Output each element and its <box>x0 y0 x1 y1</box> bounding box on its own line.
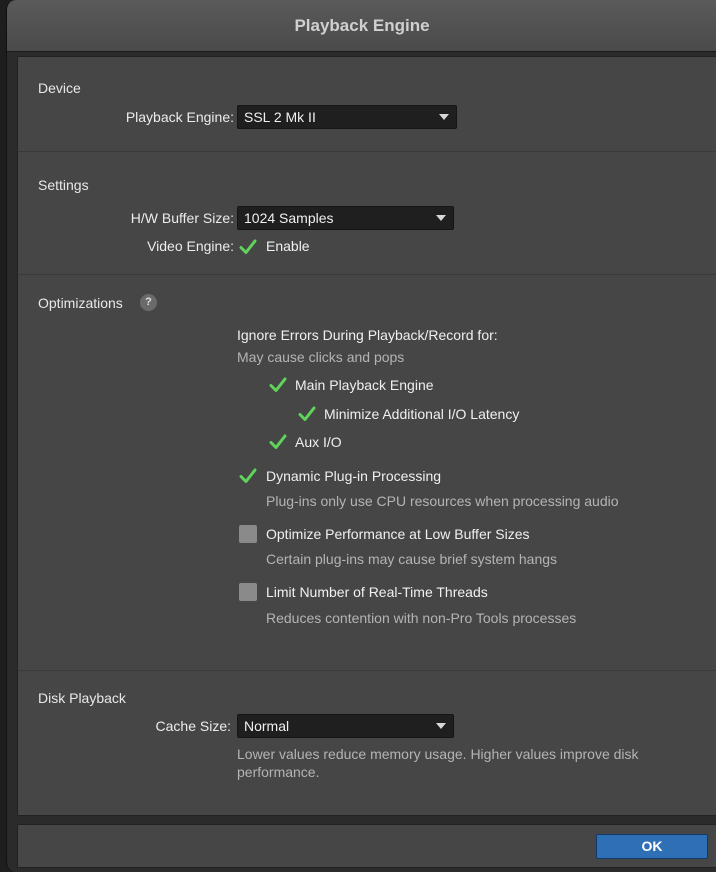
optimize-low-buffer-checkbox[interactable] <box>239 525 257 543</box>
minimize-io-latency-label: Minimize Additional I/O Latency <box>324 406 520 422</box>
buffer-size-label: H/W Buffer Size: <box>130 210 234 226</box>
help-icon[interactable]: ? <box>140 294 157 311</box>
dialog-footer: OK <box>17 824 716 868</box>
dynamic-plugin-label: Dynamic Plug-in Processing <box>266 468 442 484</box>
ignore-errors-note: May cause clicks and pops <box>237 349 405 365</box>
playback-engine-label: Playback Engine: <box>125 109 234 125</box>
chevron-down-icon <box>436 215 446 221</box>
divider <box>18 151 716 152</box>
divider <box>18 670 716 671</box>
ok-button[interactable]: OK <box>596 834 708 859</box>
aux-io-checkbox[interactable] <box>268 432 287 451</box>
optimize-low-buffer-label: Optimize Performance at Low Buffer Sizes <box>266 526 530 542</box>
cache-size-note-line1: Lower values reduce memory usage. Higher… <box>237 746 639 762</box>
optimizations-section-label: Optimizations <box>38 295 123 311</box>
video-engine-label: Video Engine: <box>147 238 234 254</box>
cache-size-dropdown[interactable]: Normal <box>237 714 454 738</box>
checkmark-icon <box>269 434 287 449</box>
divider <box>18 274 716 275</box>
main-playback-engine-label: Main Playback Engine <box>295 377 434 393</box>
chevron-down-icon <box>436 723 446 729</box>
checkmark-icon <box>239 239 257 254</box>
cache-size-note-line2: performance. <box>237 764 320 780</box>
limit-threads-label: Limit Number of Real-Time Threads <box>266 584 488 600</box>
chevron-down-icon <box>439 114 449 120</box>
settings-panel: Device Playback Engine: SSL 2 Mk II Sett… <box>17 56 716 816</box>
playback-engine-value: SSL 2 Mk II <box>244 109 316 125</box>
buffer-size-value: 1024 Samples <box>244 210 334 226</box>
video-engine-enable-label: Enable <box>266 238 310 254</box>
aux-io-label: Aux I/O <box>295 434 342 450</box>
checkmark-icon <box>239 468 257 483</box>
dynamic-plugin-checkbox[interactable] <box>238 466 257 485</box>
disk-playback-section-label: Disk Playback <box>38 690 126 706</box>
optimize-low-buffer-description: Certain plug-ins may cause brief system … <box>266 551 558 567</box>
dialog-title: Playback Engine <box>294 16 430 35</box>
cache-size-label: Cache Size: <box>155 718 231 734</box>
main-playback-engine-checkbox[interactable] <box>268 375 287 394</box>
checkmark-icon <box>298 406 316 421</box>
buffer-size-dropdown[interactable]: 1024 Samples <box>237 206 454 230</box>
title-bar: Playback Engine <box>7 0 716 52</box>
playback-engine-dropdown[interactable]: SSL 2 Mk II <box>237 105 457 129</box>
cache-size-value: Normal <box>244 718 290 734</box>
dynamic-plugin-description: Plug-ins only use CPU resources when pro… <box>266 493 619 509</box>
checkmark-icon <box>269 377 287 392</box>
video-engine-checkbox[interactable] <box>238 237 257 256</box>
device-section-label: Device <box>38 80 81 96</box>
limit-threads-description: Reduces contention with non-Pro Tools pr… <box>266 610 577 626</box>
minimize-io-latency-checkbox[interactable] <box>297 404 316 423</box>
playback-engine-dialog: Playback Engine Device Playback Engine: … <box>6 0 716 872</box>
settings-section-label: Settings <box>38 177 89 193</box>
ignore-errors-heading: Ignore Errors During Playback/Record for… <box>237 327 498 343</box>
limit-threads-checkbox[interactable] <box>239 583 257 601</box>
